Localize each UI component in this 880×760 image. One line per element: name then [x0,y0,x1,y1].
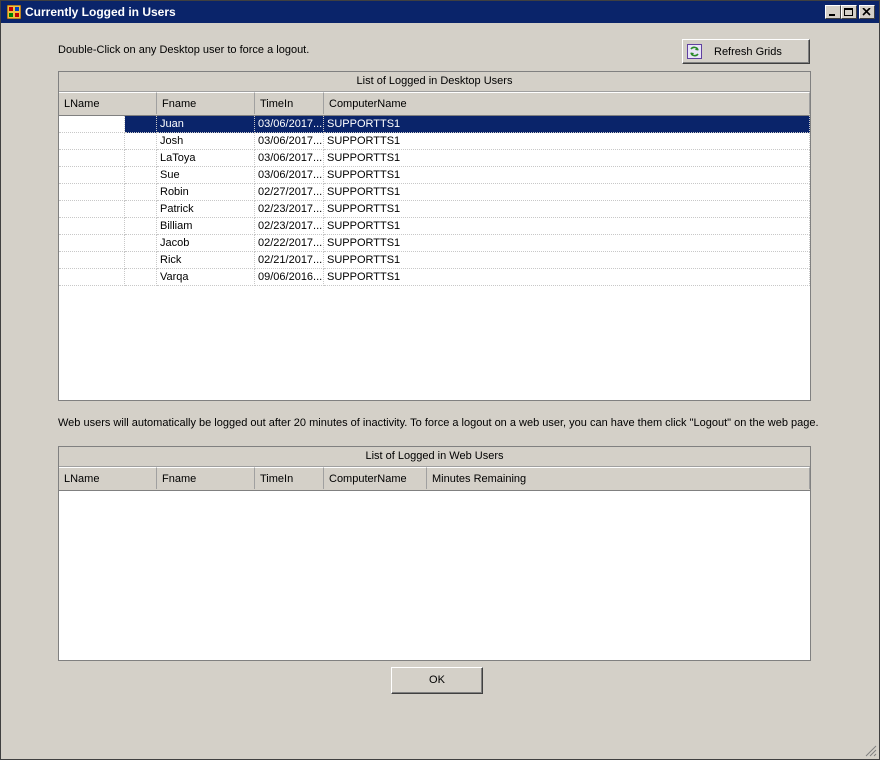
cell-computername[interactable]: SUPPORTTS1 [324,184,810,201]
maximize-button[interactable] [841,5,857,19]
cell-lname[interactable] [125,218,157,235]
table-row[interactable]: LaToya 03/06/2017... SUPPORTTS1 [59,150,810,167]
cell-timein[interactable]: 02/21/2017... [255,252,324,269]
refresh-grids-button[interactable]: Refresh Grids [682,39,810,64]
table-row[interactable]: Jacob 02/22/2017... SUPPORTTS1 [59,235,810,252]
column-header-lname[interactable]: LName [59,92,157,114]
cell-computername[interactable]: SUPPORTTS1 [324,201,810,218]
cell-lname[interactable] [125,116,157,133]
table-row[interactable]: Patrick 02/23/2017... SUPPORTTS1 [59,201,810,218]
ok-button-label: OK [429,674,445,686]
cell-computername[interactable]: SUPPORTTS1 [324,133,810,150]
row-indent[interactable] [59,116,125,133]
row-indent[interactable] [59,252,125,269]
cell-timein[interactable]: 02/23/2017... [255,201,324,218]
cell-computername[interactable]: SUPPORTTS1 [324,269,810,286]
refresh-grids-label: Refresh Grids [714,46,782,58]
cell-computername[interactable]: SUPPORTTS1 [324,218,810,235]
cell-fname[interactable]: Josh [157,133,255,150]
column-header-computername[interactable]: ComputerName [324,92,810,114]
web-column-header-computername[interactable]: ComputerName [324,467,427,489]
web-column-header-lname[interactable]: LName [59,467,157,489]
app-icon [6,4,22,20]
maximize-icon [844,8,853,16]
window-title: Currently Logged in Users [25,5,176,19]
web-column-header-fname[interactable]: Fname [157,467,255,489]
cell-timein[interactable]: 03/06/2017... [255,150,324,167]
cell-timein[interactable]: 02/27/2017... [255,184,324,201]
table-row[interactable]: Rick 02/21/2017... SUPPORTTS1 [59,252,810,269]
table-row[interactable]: Robin 02/27/2017... SUPPORTTS1 [59,184,810,201]
column-header-timein[interactable]: TimeIn [255,92,324,114]
resize-grip-icon[interactable] [865,745,877,757]
cell-timein[interactable]: 02/23/2017... [255,218,324,235]
cell-lname[interactable] [125,269,157,286]
cell-computername[interactable]: SUPPORTTS1 [324,116,810,133]
cell-lname[interactable] [125,252,157,269]
close-button[interactable] [859,5,875,19]
table-row[interactable]: Juan 03/06/2017... SUPPORTTS1 [59,116,810,133]
cell-fname[interactable]: Patrick [157,201,255,218]
minimize-button[interactable] [825,5,841,19]
cell-fname[interactable]: LaToya [157,150,255,167]
dialog-window: Currently Logged in Users Double-Click o… [0,0,880,760]
cell-lname[interactable] [125,133,157,150]
cell-lname[interactable] [125,184,157,201]
row-indent[interactable] [59,218,125,235]
table-row[interactable]: Billiam 02/23/2017... SUPPORTTS1 [59,218,810,235]
web-grid-header: LName Fname TimeIn ComputerName Minutes … [59,467,810,491]
row-indent[interactable] [59,269,125,286]
desktop-users-grid[interactable]: List of Logged in Desktop Users LName Fn… [58,71,811,401]
cell-fname[interactable]: Jacob [157,235,255,252]
web-users-note: Web users will automatically be logged o… [58,417,819,429]
cell-computername[interactable]: SUPPORTTS1 [324,252,810,269]
row-indent[interactable] [59,201,125,218]
minimize-icon [829,14,835,16]
cell-fname[interactable]: Rick [157,252,255,269]
desktop-grid-caption: List of Logged in Desktop Users [59,72,810,92]
web-users-grid[interactable]: List of Logged in Web Users LName Fname … [58,446,811,661]
row-indent[interactable] [59,150,125,167]
close-icon [862,8,871,16]
column-header-fname[interactable]: Fname [157,92,255,114]
table-row[interactable]: Sue 03/06/2017... SUPPORTTS1 [59,167,810,184]
cell-computername[interactable]: SUPPORTTS1 [324,167,810,184]
cell-fname[interactable]: Sue [157,167,255,184]
instructions-label: Double-Click on any Desktop user to forc… [58,44,310,56]
web-column-header-timein[interactable]: TimeIn [255,467,324,489]
cell-lname[interactable] [125,235,157,252]
cell-fname[interactable]: Robin [157,184,255,201]
cell-computername[interactable]: SUPPORTTS1 [324,150,810,167]
cell-fname[interactable]: Varqa [157,269,255,286]
cell-timein[interactable]: 09/06/2016... [255,269,324,286]
row-indent[interactable] [59,184,125,201]
row-indent[interactable] [59,167,125,184]
row-indent[interactable] [59,133,125,150]
cell-computername[interactable]: SUPPORTTS1 [324,235,810,252]
cell-timein[interactable]: 03/06/2017... [255,167,324,184]
table-row[interactable]: Josh 03/06/2017... SUPPORTTS1 [59,133,810,150]
cell-timein[interactable]: 02/22/2017... [255,235,324,252]
ok-button[interactable]: OK [391,667,483,694]
cell-lname[interactable] [125,150,157,167]
cell-fname[interactable]: Juan [157,116,255,133]
refresh-icon [687,44,702,59]
web-grid-caption: List of Logged in Web Users [59,447,810,467]
cell-timein[interactable]: 03/06/2017... [255,133,324,150]
table-row[interactable]: Varqa 09/06/2016... SUPPORTTS1 [59,269,810,286]
cell-fname[interactable]: Billiam [157,218,255,235]
row-indent[interactable] [59,235,125,252]
cell-lname[interactable] [125,167,157,184]
web-column-header-minutes-remaining[interactable]: Minutes Remaining [427,467,810,489]
desktop-grid-header: LName Fname TimeIn ComputerName [59,92,810,116]
title-bar[interactable]: Currently Logged in Users [1,1,879,23]
cell-timein[interactable]: 03/06/2017... [255,116,324,133]
cell-lname[interactable] [125,201,157,218]
